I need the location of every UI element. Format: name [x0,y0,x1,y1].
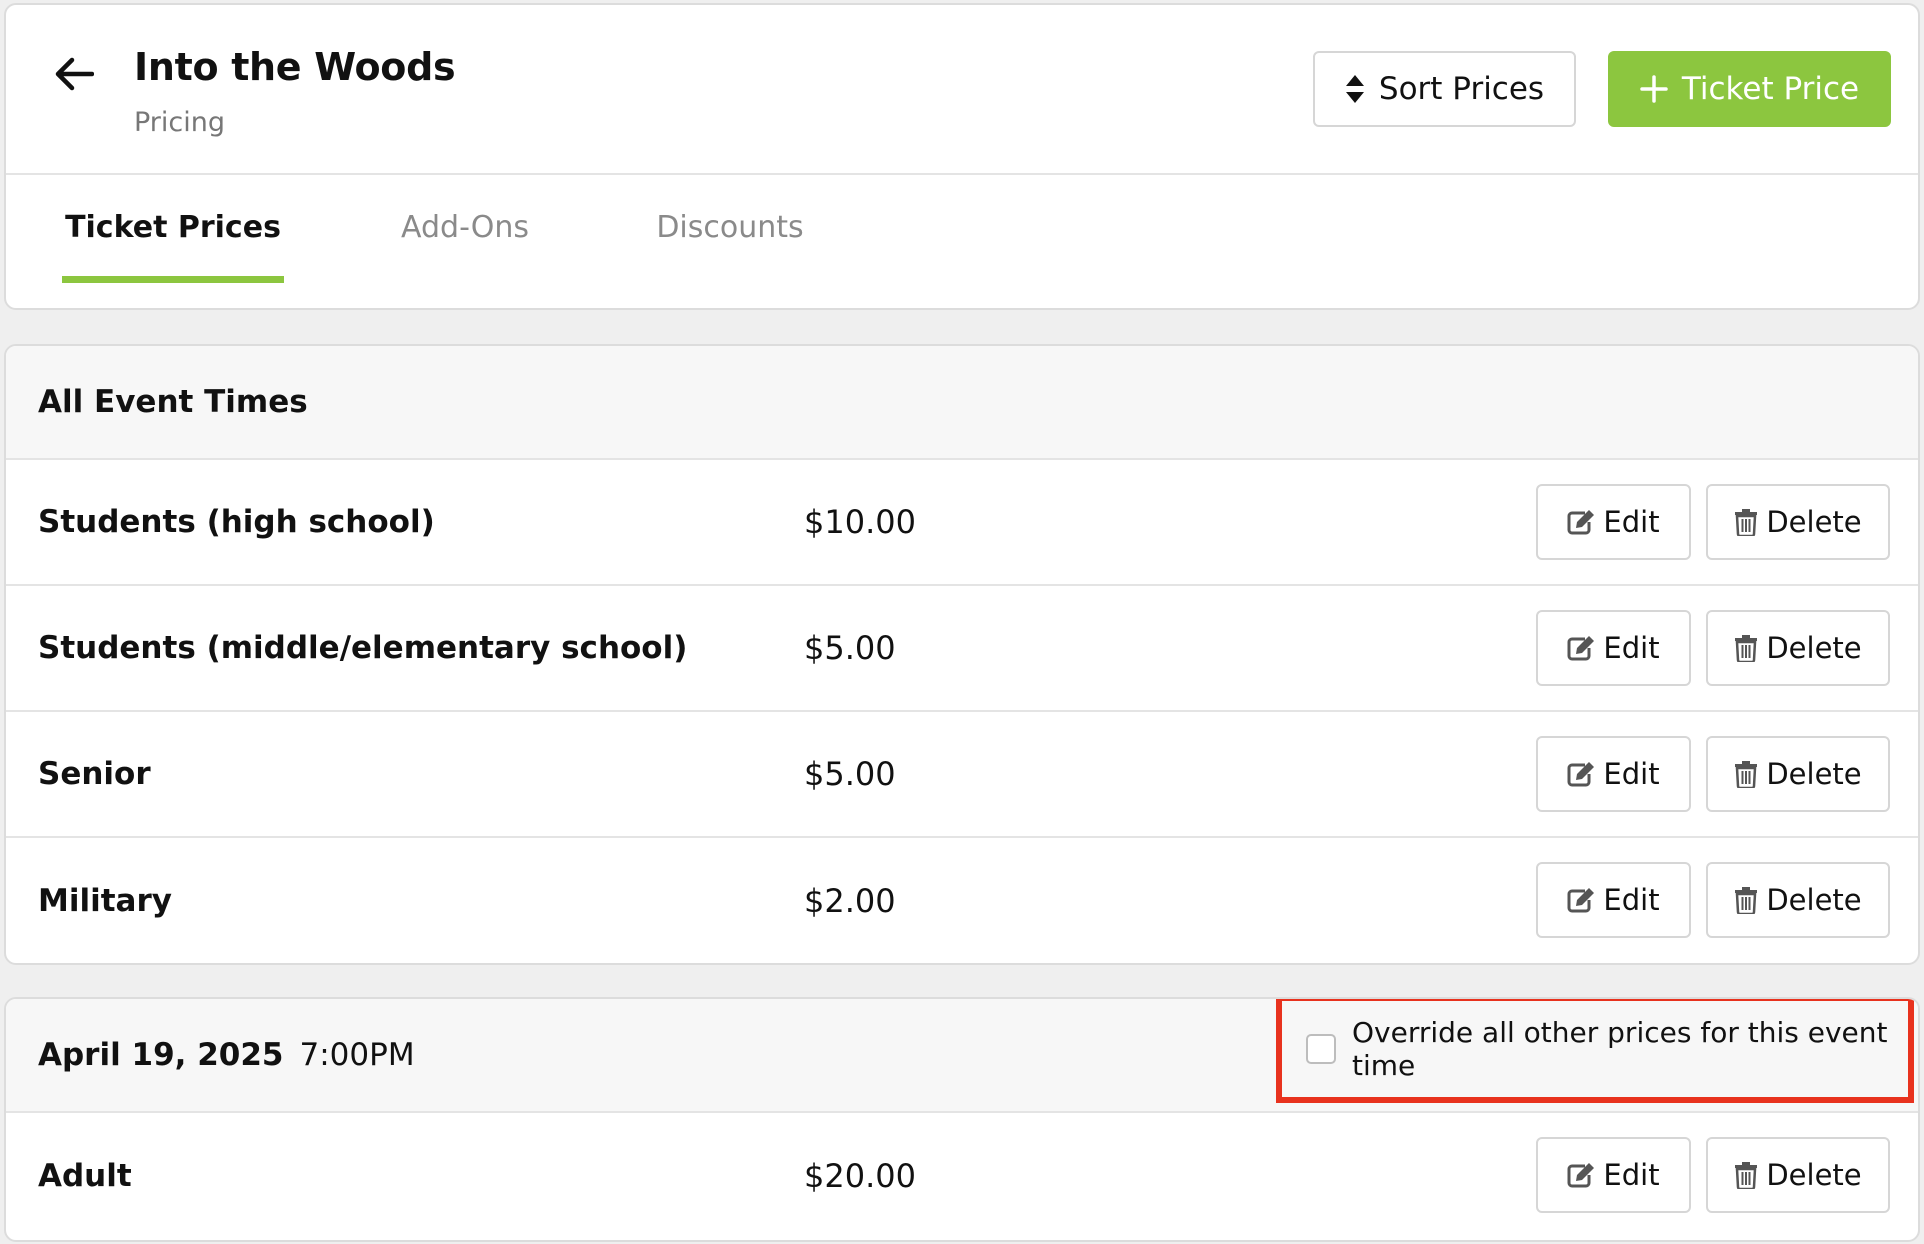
arrow-left-icon [54,57,94,91]
plus-icon [1640,75,1668,103]
edit-icon [1567,509,1595,535]
edit-button[interactable]: Edit [1536,862,1691,938]
pricing-tabs: Ticket Prices Add-Ons Discounts [6,175,1918,308]
section-header: April 19, 2025 7:00PM Override all other… [6,999,1918,1113]
sort-icon [1345,74,1365,104]
override-checkbox[interactable] [1306,1034,1336,1064]
delete-label: Delete [1766,631,1862,665]
section-title: All Event Times [38,384,308,420]
edit-button[interactable]: Edit [1536,1137,1691,1213]
trash-icon [1734,508,1758,536]
section-header: All Event Times [6,346,1918,460]
edit-button[interactable]: Edit [1536,484,1691,560]
trash-icon [1734,760,1758,788]
override-label[interactable]: Override all other prices for this event… [1352,1016,1908,1082]
price-row: Senior $5.00 Edit Delete [6,712,1918,838]
delete-label: Delete [1766,757,1862,791]
page-header: Into the Woods Pricing Sort Prices Ticke… [6,5,1918,175]
sort-prices-button[interactable]: Sort Prices [1313,51,1576,127]
event-date: April 19, 2025 [38,1037,284,1073]
price-amount: $10.00 [804,503,916,541]
trash-icon [1734,634,1758,662]
delete-label: Delete [1766,883,1862,917]
override-highlight: Override all other prices for this event… [1276,999,1914,1103]
delete-label: Delete [1766,1158,1862,1192]
event-time-section: April 19, 2025 7:00PM Override all other… [4,997,1920,1242]
all-event-times-section: All Event Times Students (high school) $… [4,344,1920,965]
price-amount: $2.00 [804,882,896,920]
sort-prices-label: Sort Prices [1378,71,1545,107]
back-button[interactable] [46,49,102,99]
edit-icon [1567,635,1595,661]
price-amount: $5.00 [804,629,896,667]
price-row: Students (middle/elementary school) $5.0… [6,586,1918,712]
price-row: Students (high school) $10.00 Edit Delet… [6,460,1918,586]
tab-ticket-prices[interactable]: Ticket Prices [62,175,284,283]
price-row: Adult $20.00 Edit Delete [6,1113,1918,1239]
price-row: Military $2.00 Edit Delete [6,838,1918,963]
edit-label: Edit [1603,1158,1660,1192]
delete-button[interactable]: Delete [1706,862,1890,938]
edit-label: Edit [1603,631,1660,665]
price-amount: $5.00 [804,755,896,793]
tab-add-ons[interactable]: Add-Ons [384,175,546,279]
pricing-header-card: Into the Woods Pricing Sort Prices Ticke… [4,3,1920,310]
tab-discounts[interactable]: Discounts [644,175,816,279]
price-name: Senior [38,756,151,792]
add-ticket-price-button[interactable]: Ticket Price [1608,51,1891,127]
edit-label: Edit [1603,883,1660,917]
trash-icon [1734,886,1758,914]
edit-label: Edit [1603,757,1660,791]
edit-icon [1567,887,1595,913]
page-subtitle: Pricing [134,107,226,138]
price-name: Adult [38,1158,132,1194]
edit-icon [1567,761,1595,787]
price-name: Military [38,883,172,919]
delete-button[interactable]: Delete [1706,484,1890,560]
price-name: Students (high school) [38,504,435,540]
delete-label: Delete [1766,505,1862,539]
delete-button[interactable]: Delete [1706,736,1890,812]
trash-icon [1734,1161,1758,1189]
edit-button[interactable]: Edit [1536,610,1691,686]
delete-button[interactable]: Delete [1706,610,1890,686]
price-name: Students (middle/elementary school) [38,630,688,666]
price-amount: $20.00 [804,1157,916,1195]
edit-label: Edit [1603,505,1660,539]
edit-button[interactable]: Edit [1536,736,1691,812]
edit-icon [1567,1162,1595,1188]
add-ticket-price-label: Ticket Price [1681,71,1860,107]
event-time: 7:00PM [299,1037,415,1073]
page-title: Into the Woods [134,45,456,89]
delete-button[interactable]: Delete [1706,1137,1890,1213]
